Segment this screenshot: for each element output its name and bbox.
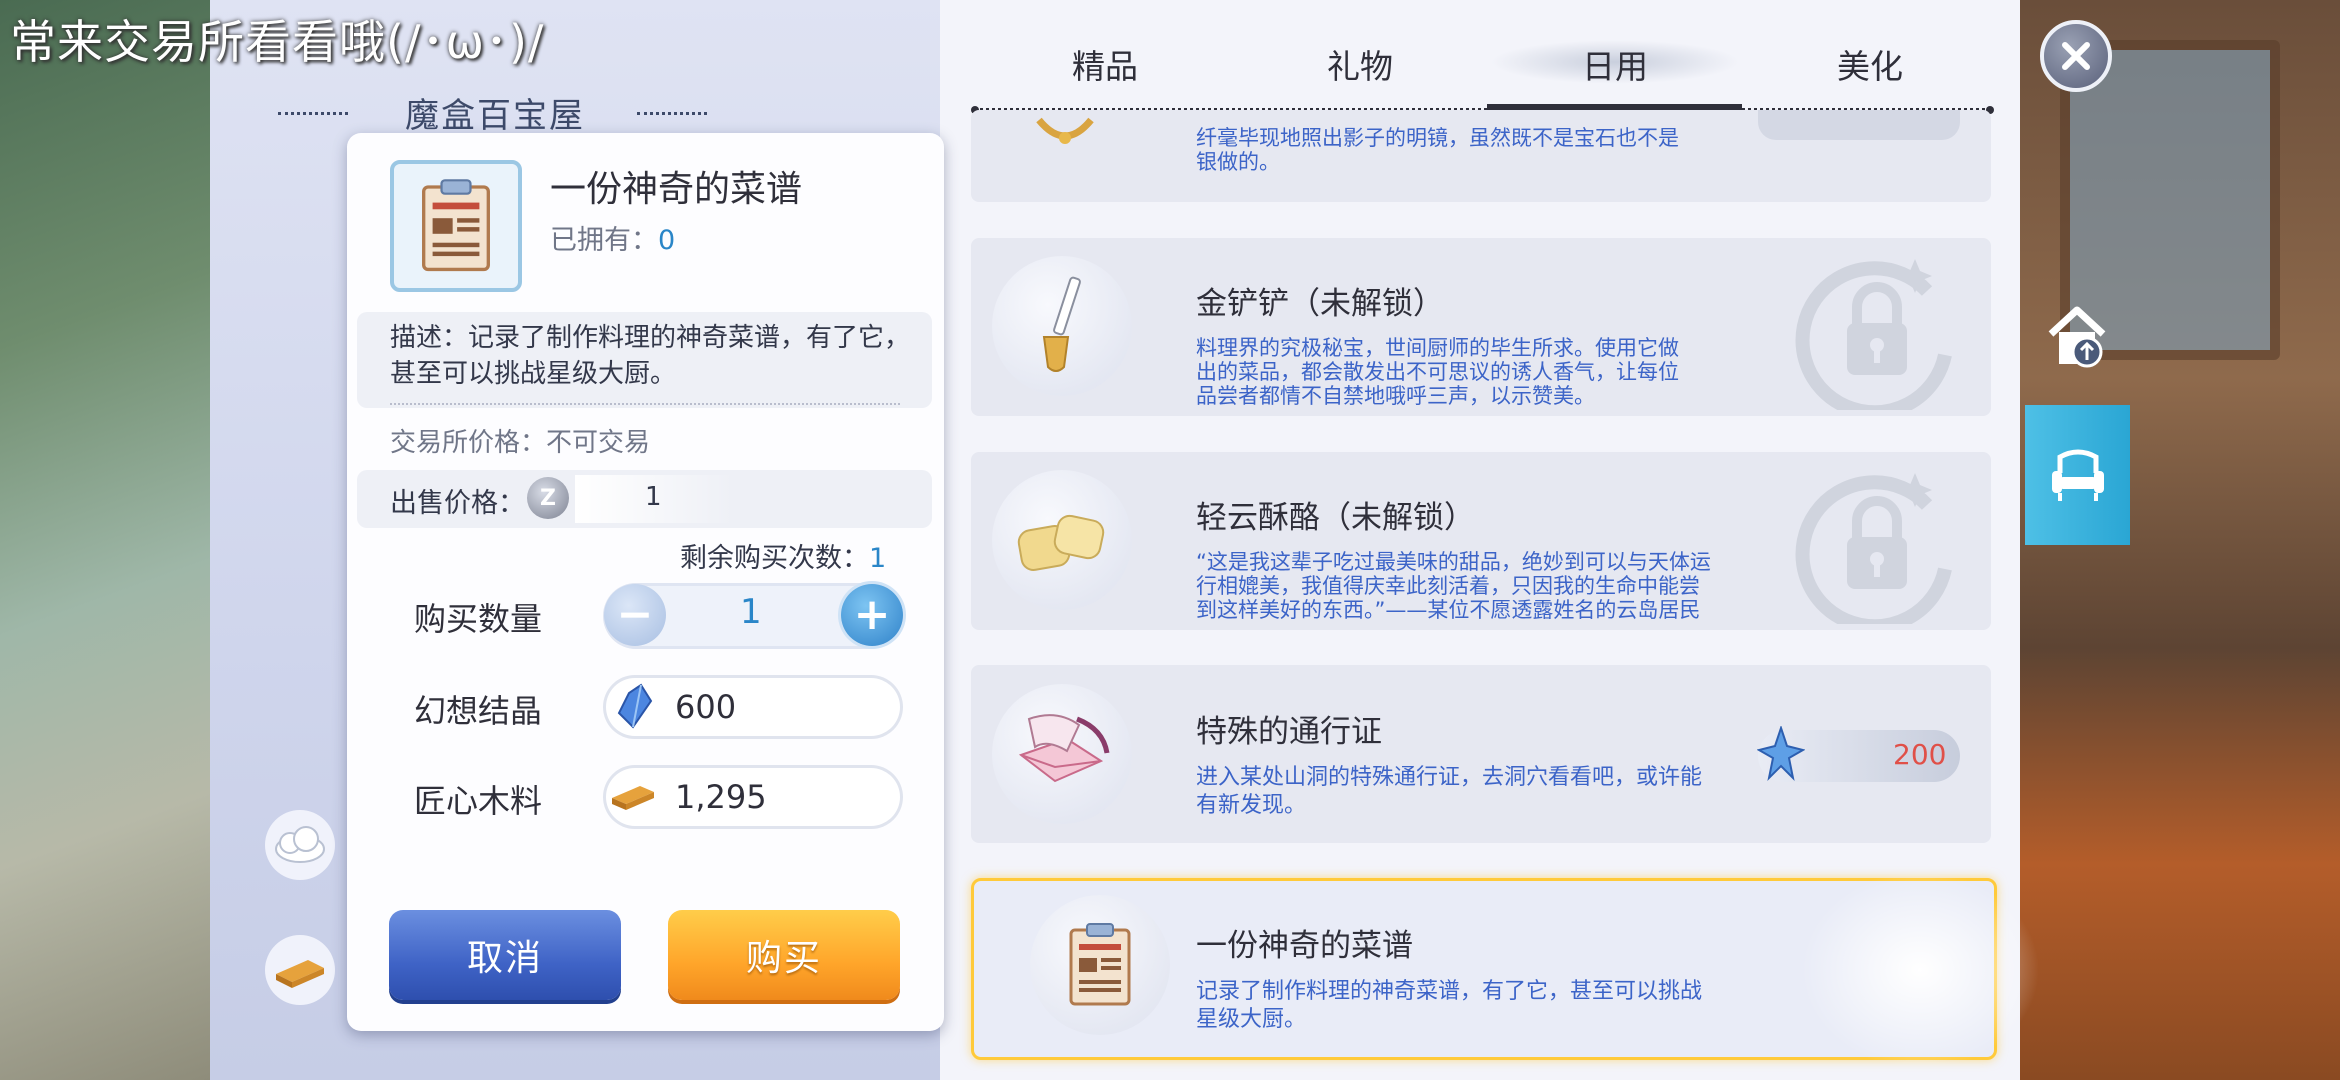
- tab-gift[interactable]: 礼物: [1235, 40, 1485, 88]
- item-title-recipe: 一份神奇的菜谱: [1196, 928, 1413, 964]
- description-divider: [390, 403, 900, 405]
- coin-letter: Z: [540, 485, 556, 511]
- recipe-icon: [1030, 895, 1170, 1035]
- remaining-purchases: 剩余购买次数：1: [680, 536, 886, 575]
- item-title-golden-shovel: 金铲铲（未解锁）: [1196, 286, 1444, 322]
- owned-value: 0: [658, 225, 676, 256]
- close-icon: [2062, 42, 2090, 70]
- cancel-button[interactable]: 取消: [389, 910, 621, 1000]
- lock-icon: [1795, 245, 1960, 420]
- crystal-icon: [612, 683, 658, 729]
- remaining-label: 剩余购买次数：: [680, 543, 869, 574]
- zeny-coin-icon: Z: [527, 477, 569, 519]
- star-crystal-icon: [1756, 724, 1806, 782]
- minus-icon: −: [616, 589, 654, 640]
- furniture-shop-button[interactable]: [2025, 405, 2130, 545]
- home-upgrade-button[interactable]: [2045, 300, 2110, 370]
- item-price-special-pass: 200: [1893, 738, 1947, 771]
- game-background-left: [0, 0, 215, 1080]
- tab-decor[interactable]: 美化: [1745, 40, 1995, 88]
- price-pill-partial: [1758, 110, 1960, 140]
- tab-daily[interactable]: 日用: [1490, 40, 1740, 88]
- armchair-icon: [2051, 449, 2104, 501]
- dialog-item-frame: [390, 160, 522, 292]
- shop-title: 魔盒百宝屋: [405, 96, 585, 136]
- item-description: 描述：记录了制作料理的神奇菜谱，有了它，甚至可以挑战星级大厨。: [390, 323, 911, 389]
- decrease-quantity-button[interactable]: −: [604, 584, 666, 646]
- cost-label-crystal: 幻想结晶: [414, 692, 543, 730]
- plus-icon: +: [853, 589, 891, 640]
- selection-glow: [1800, 870, 2040, 1070]
- mirror-icon: [1035, 112, 1095, 156]
- home-icon: [2048, 306, 2106, 368]
- wood-plank-icon: [610, 773, 656, 819]
- item-desc-mirror: 纤毫毕现地照出影子的明镜，虽然既不是宝石也不是银做的。: [1196, 126, 1679, 174]
- lock-icon: [1795, 459, 1960, 634]
- quantity-value: 1: [740, 592, 762, 632]
- tab-premium[interactable]: 精品: [980, 40, 1230, 88]
- overlay-caption: 常来交易所看看哦(/･ω･)/: [10, 15, 545, 69]
- close-button[interactable]: [2040, 20, 2112, 92]
- item-desc-cloud-pastry: “这是我这辈子吃过最美味的甜品，绝妙到可以与天体运行相媲美，我值得庆幸此刻活着，…: [1196, 550, 1711, 622]
- item-title-cloud-pastry: 轻云酥酪（未解锁）: [1196, 500, 1475, 536]
- item-desc-recipe: 记录了制作料理的神奇菜谱，有了它，甚至可以挑战星级大厨。: [1196, 979, 1703, 1032]
- sell-price-value: 1: [645, 482, 662, 512]
- shop-title-wrap: 魔盒百宝屋: [275, 88, 715, 138]
- item-desc-golden-shovel: 料理界的究极秘宝，世间厨师的毕生所求。使用它做出的菜品，都会散发出不可思议的诱人…: [1196, 336, 1679, 408]
- increase-quantity-button[interactable]: +: [841, 584, 903, 646]
- quantity-label: 购买数量: [414, 600, 543, 638]
- remaining-value: 1: [869, 543, 887, 574]
- cloud-pastry-icon: [992, 470, 1132, 610]
- dialog-item-name: 一份神奇的菜谱: [550, 169, 803, 210]
- owned-label: 已拥有：: [550, 225, 658, 256]
- trade-price: 交易所价格：不可交易: [390, 428, 651, 458]
- buy-button[interactable]: 购买: [668, 910, 900, 1000]
- item-desc-special-pass: 进入某处山洞的特殊通行证，去洞穴看看吧，或许能有新发现。: [1196, 765, 1703, 818]
- pass-letter-icon: [992, 684, 1132, 824]
- cost-value-wood: 1,295: [675, 778, 767, 816]
- owned-count: 已拥有：0: [550, 218, 675, 257]
- sell-price-label: 出售价格：: [390, 488, 525, 519]
- golden-shovel-icon: [992, 256, 1132, 396]
- cloud-material-icon: [265, 810, 335, 880]
- item-title-special-pass: 特殊的通行证: [1196, 714, 1382, 750]
- wood-material-icon: [265, 935, 335, 1005]
- cost-value-crystal: 600: [675, 688, 737, 726]
- cost-label-wood: 匠心木料: [414, 782, 543, 820]
- recipe-icon: [422, 179, 490, 272]
